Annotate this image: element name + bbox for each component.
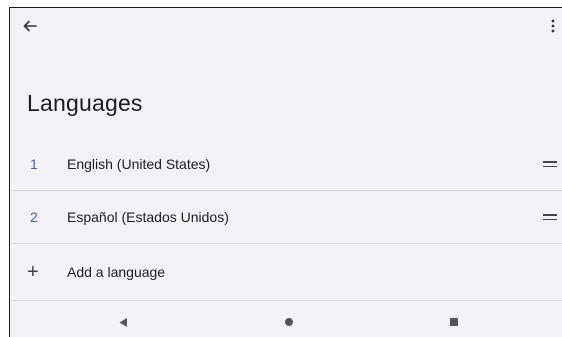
language-item-spanish[interactable]: 2 Español (Estados Unidos) bbox=[10, 191, 562, 244]
nav-back-button[interactable] bbox=[103, 307, 143, 337]
language-label: English (United States) bbox=[67, 156, 211, 172]
language-item-english[interactable]: 1 English (United States) bbox=[10, 138, 562, 191]
language-list: 1 English (United States) 2 Español (Est… bbox=[10, 138, 562, 301]
add-language-button[interactable]: + Add a language bbox=[10, 244, 562, 301]
language-label: Español (Estados Unidos) bbox=[67, 209, 229, 225]
language-index: 2 bbox=[30, 209, 38, 225]
more-options-button[interactable] bbox=[544, 14, 562, 38]
nav-home-button[interactable] bbox=[269, 307, 309, 337]
add-language-label: Add a language bbox=[67, 264, 166, 280]
nav-recents-square-icon bbox=[450, 318, 458, 326]
back-button[interactable] bbox=[18, 14, 42, 38]
language-index: 1 bbox=[30, 156, 38, 172]
drag-handle-icon[interactable] bbox=[543, 159, 557, 169]
page-title: Languages bbox=[27, 90, 143, 116]
add-icon: + bbox=[27, 261, 39, 283]
nav-recents-button[interactable] bbox=[434, 307, 474, 337]
nav-home-circle-icon bbox=[285, 318, 293, 326]
more-vert-icon bbox=[551, 19, 555, 33]
system-navigation-bar bbox=[10, 307, 562, 337]
drag-handle-icon[interactable] bbox=[543, 212, 557, 222]
top-app-bar bbox=[10, 8, 562, 44]
settings-screen: Languages 1 English (United States) 2 Es… bbox=[9, 7, 562, 337]
nav-back-triangle-icon bbox=[119, 317, 127, 327]
back-arrow-icon bbox=[23, 20, 37, 32]
